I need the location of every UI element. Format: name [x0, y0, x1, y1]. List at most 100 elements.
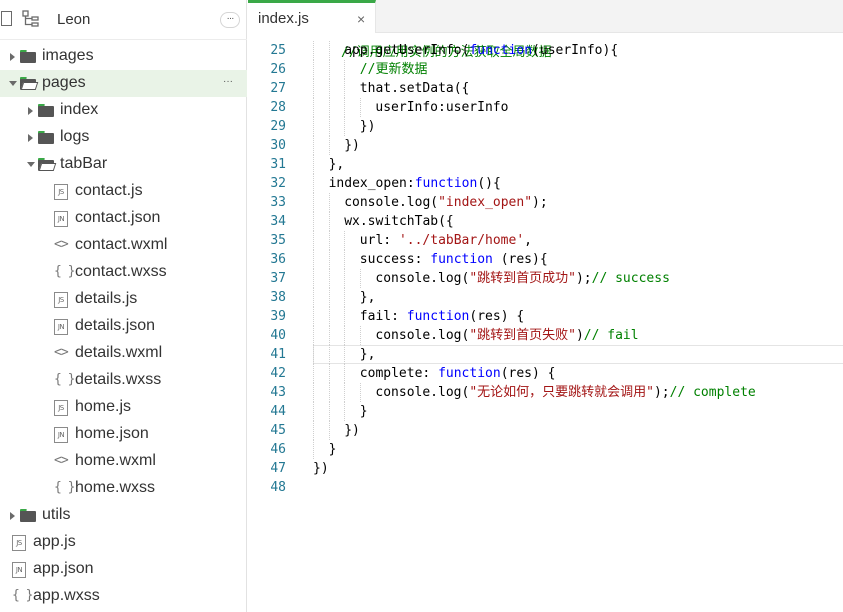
line-number: 30 [270, 138, 286, 153]
code-text: success: function (res){ [360, 250, 548, 269]
close-tab-icon[interactable]: × [357, 11, 365, 27]
code-text: wx.switchTab({ [344, 212, 454, 231]
indent-guide [328, 288, 330, 307]
line-number: 47 [270, 461, 286, 476]
code-string: "跳转到首页成功" [469, 271, 576, 286]
code-line: 47}) [248, 459, 843, 478]
tree-item-label: details.json [75, 317, 156, 334]
tree-item-details-js[interactable]: JS details.js [0, 286, 247, 313]
code-token: }) [359, 119, 376, 134]
code-line: 46} [248, 440, 843, 459]
code-keyword: function [430, 252, 493, 267]
file-explorer: Leon ··· images pages ··· index logs tabBar JS… [0, 0, 247, 612]
code-text: //更新数据 [360, 60, 428, 79]
more-options-button[interactable]: ··· [220, 12, 240, 28]
chevron-right-icon[interactable] [28, 107, 33, 115]
code-area[interactable]: //调用应用实例的方法获取全局数据 25 app.getUserInfo(func… [248, 33, 843, 612]
tree-item-label: contact.wxss [75, 263, 167, 280]
tree-item-app-wxss[interactable]: { } app.wxss [0, 583, 247, 610]
style-file-icon: { } [54, 372, 76, 387]
tree-item-tabbar[interactable]: tabBar [0, 151, 247, 178]
tree-item-contact-wxml[interactable]: <> contact.wxml [0, 232, 247, 259]
code-comment: // success [591, 271, 670, 286]
code-line: 44} [248, 402, 843, 421]
chevron-right-icon[interactable] [28, 134, 33, 142]
tree-item-details-wxss[interactable]: { } details.wxss [0, 367, 247, 394]
indent-guide [313, 212, 314, 231]
tree-item-home-wxml[interactable]: <> home.wxml [0, 448, 247, 475]
code-token: index_open: [328, 176, 415, 191]
indent-guide [313, 345, 314, 364]
indent-guide [328, 212, 330, 231]
tree-item-label: contact.wxml [75, 236, 168, 253]
tree-item-contact-js[interactable]: JS contact.js [0, 178, 247, 205]
code-token: ); [575, 271, 592, 286]
project-title: Leon [57, 11, 91, 28]
indent-guide [313, 326, 314, 345]
tree-item-index[interactable]: index [0, 97, 247, 124]
code-token: url: [359, 233, 399, 248]
indent-guide [313, 288, 314, 307]
tree-item-details-json[interactable]: JN details.json [0, 313, 247, 340]
tree-item-images[interactable]: images [0, 43, 247, 70]
style-file-icon: { } [12, 588, 34, 603]
code-comment: //更新数据 [359, 62, 428, 77]
chevron-right-icon[interactable] [10, 512, 15, 520]
json-file-icon: JN [12, 562, 26, 578]
tree-item-home-wxss[interactable]: { } home.wxss [0, 475, 247, 502]
tree-item-label: contact.json [75, 209, 161, 226]
tree-item-label: images [42, 47, 94, 64]
code-token: }) [313, 461, 329, 476]
tree-item-label: utils [42, 506, 71, 523]
tree-item-label: index [60, 101, 99, 118]
tree-item-details-wxml[interactable]: <> details.wxml [0, 340, 247, 367]
line-number: 41 [270, 347, 286, 362]
indent-guide [344, 326, 346, 345]
code-line: 36 success: function (res){ [248, 250, 843, 269]
chevron-down-icon[interactable] [27, 162, 35, 167]
code-line: 31}, [248, 155, 843, 174]
line-number: 27 [270, 81, 286, 96]
code-token: }, [359, 290, 376, 305]
tree-item-home-js[interactable]: JS home.js [0, 394, 247, 421]
indent-guide [344, 402, 346, 421]
indent-guide [313, 440, 314, 459]
json-file-icon: JN [54, 427, 68, 443]
code-token: complete: [359, 366, 439, 381]
tab-index-js[interactable]: index.js × [248, 0, 376, 33]
tab-label: index.js [258, 10, 309, 27]
code-line: 25 app.getUserInfo(function(userInfo){ [248, 41, 843, 60]
tree-item-contact-json[interactable]: JN contact.json [0, 205, 247, 232]
tree-item-logs[interactable]: logs [0, 124, 247, 151]
chevron-down-icon[interactable] [9, 81, 17, 86]
folder-open-icon [20, 77, 39, 90]
line-number: 31 [270, 157, 286, 172]
tree-item-pages[interactable]: pages ··· [0, 70, 247, 97]
code-token: }) [344, 138, 360, 153]
line-number: 40 [270, 328, 286, 343]
tree-item-home-json[interactable]: JN home.json [0, 421, 247, 448]
code-line: 30}) [248, 136, 843, 155]
folder-icon [20, 50, 36, 63]
row-more-button[interactable]: ··· [218, 76, 238, 91]
line-number: 46 [270, 442, 286, 457]
tree-item-utils[interactable]: utils [0, 502, 247, 529]
file-view-icon[interactable] [0, 8, 14, 30]
code-token: (){ [477, 176, 501, 191]
tree-item-contact-wxss[interactable]: { } contact.wxss [0, 259, 247, 286]
tree-item-app-json[interactable]: JN app.json [0, 556, 247, 583]
chevron-right-icon[interactable] [10, 53, 15, 61]
tree-item-label: logs [60, 128, 90, 145]
code-text: }) [344, 421, 360, 440]
indent-guide [313, 98, 314, 117]
code-text: url: '../tabBar/home', [360, 231, 532, 250]
code-token: (res) { [500, 366, 556, 381]
code-text: }) [313, 459, 329, 478]
code-line: 45}) [248, 421, 843, 440]
tree-view-icon[interactable] [22, 10, 40, 28]
code-token: }, [359, 347, 376, 362]
tree-item-app-js[interactable]: JS app.js [0, 529, 247, 556]
code-keyword: function [469, 43, 533, 58]
code-line: 35 url: '../tabBar/home', [248, 231, 843, 250]
indent-guide [328, 250, 330, 269]
